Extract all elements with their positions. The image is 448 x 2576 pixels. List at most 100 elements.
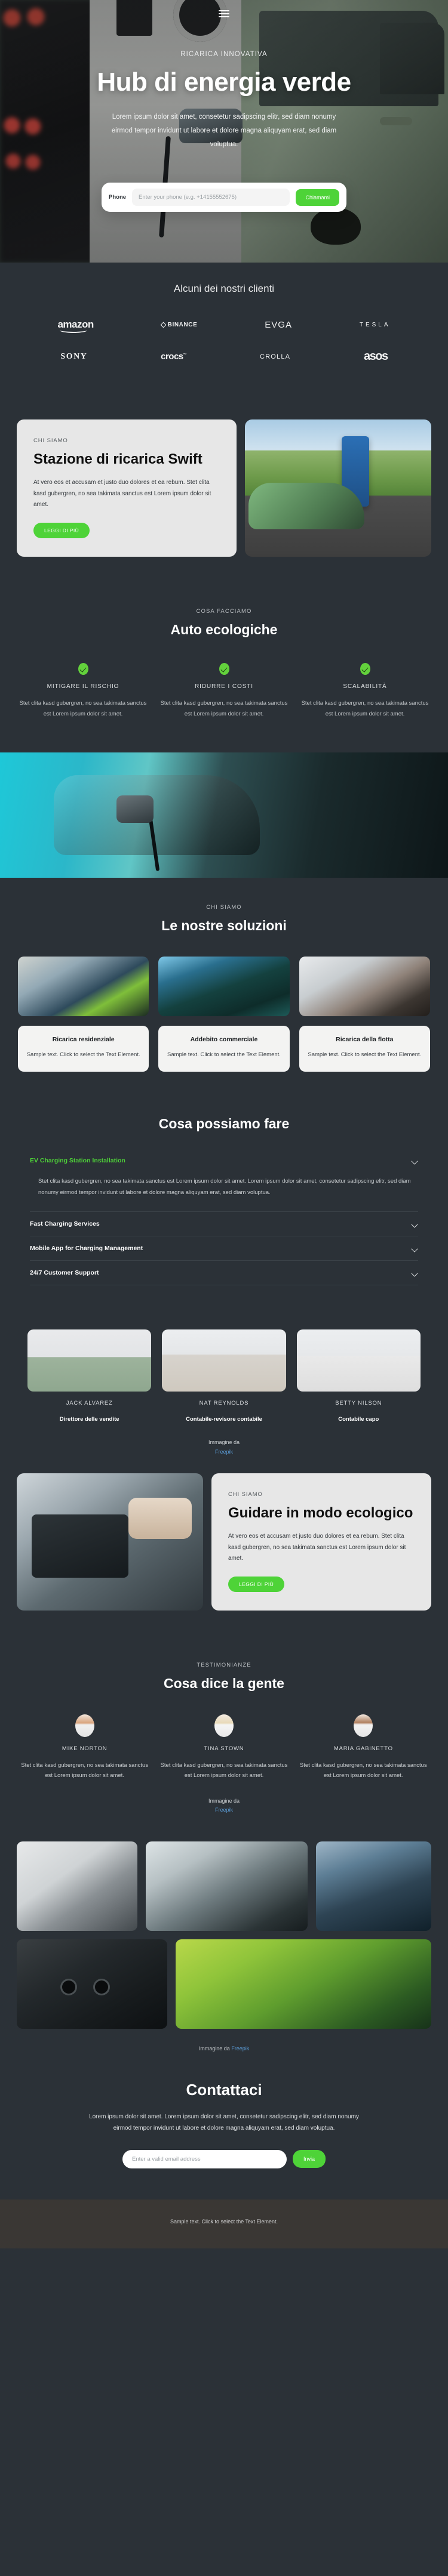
testimonial-item: MARIA GABINETTO Stet clita kasd gubergre… bbox=[299, 1714, 428, 1781]
accordion-item: Fast Charging Services bbox=[30, 1212, 418, 1237]
banner-charging-cord bbox=[148, 817, 160, 872]
solutions-title: Le nostre soluzioni bbox=[161, 918, 287, 934]
team-row: JACK ALVAREZ Direttore delle vendite NAT… bbox=[0, 1329, 448, 1423]
accordion-body-text: Stet clita kasd gubergren, no sea takima… bbox=[38, 1178, 411, 1196]
accordion-item-title: Fast Charging Services bbox=[30, 1220, 100, 1228]
crocs-logo-text: crocs bbox=[161, 351, 183, 362]
features-row: MITIGARE IL RISCHIO Stet clita kasd gube… bbox=[0, 638, 448, 719]
testimonials-credit-link[interactable]: Freepik bbox=[215, 1807, 233, 1813]
testimonials-title: Cosa dice la gente bbox=[164, 1675, 284, 1691]
footer-text: Sample text. Click to select the Text El… bbox=[170, 2218, 278, 2225]
solution-image-commercial bbox=[158, 957, 290, 1017]
clients-section: Alcuni dei nostri clienti amazon BINANCE… bbox=[0, 263, 448, 409]
chevron-down-icon[interactable] bbox=[412, 1270, 418, 1276]
gallery-image-1 bbox=[17, 1841, 137, 1931]
testimonial-body: Stet clita kasd gubergren, no sea takima… bbox=[299, 1761, 427, 1779]
phone-label: Phone bbox=[109, 194, 127, 200]
team-member-name: JACK ALVAREZ bbox=[66, 1400, 113, 1407]
driving-body: At vero eos et accusam et justo duo dolo… bbox=[228, 1533, 406, 1562]
features-title: Auto ecologiche bbox=[170, 622, 278, 637]
crolla-logo: CROLLA bbox=[259, 353, 291, 360]
client-logo-row-2: SONY crocs™ CROLLA asos bbox=[0, 350, 448, 363]
team-member: NAT REYNOLDS Contabile-revisore contabil… bbox=[162, 1329, 286, 1423]
feature-title: SCALABILITÀ bbox=[343, 683, 387, 690]
driving-eyebrow: CHI SIAMO bbox=[228, 1491, 263, 1498]
about-read-more-button[interactable]: LEGGI DI PIÙ bbox=[33, 522, 90, 538]
about-section: CHI SIAMO Stazione di ricarica Swift At … bbox=[0, 409, 448, 581]
about-image-charging-station bbox=[245, 419, 431, 557]
chevron-down-icon[interactable] bbox=[412, 1158, 418, 1164]
email-input[interactable] bbox=[122, 2149, 287, 2168]
team-section: JACK ALVAREZ Direttore delle vendite NAT… bbox=[0, 1309, 448, 1463]
team-member: BETTY NILSON Contabile capo bbox=[296, 1329, 421, 1423]
hamburger-bar bbox=[219, 13, 229, 14]
hero-section: RICARICA INNOVATIVA Hub di energia verde… bbox=[0, 0, 448, 263]
team-member-photo bbox=[162, 1329, 286, 1392]
about-eyebrow: CHI SIAMO bbox=[33, 437, 68, 444]
gallery-section: Immagine da Freepik bbox=[0, 1827, 448, 2053]
feature-title: RIDURRE I COSTI bbox=[195, 683, 253, 690]
gallery-image-3 bbox=[316, 1841, 431, 1931]
gallery-credit-link[interactable]: Freepik bbox=[231, 2046, 249, 2051]
accordion-section: Cosa possiamo fare EV Charging Station I… bbox=[0, 1097, 448, 1309]
about-card: CHI SIAMO Stazione di ricarica Swift At … bbox=[17, 419, 237, 557]
check-circle-icon bbox=[219, 663, 229, 675]
contact-section: Contattaci Lorem ipsum dolor sit amet. L… bbox=[0, 2053, 448, 2199]
accordion-body: Stet clita kasd gubergren, no sea takima… bbox=[30, 1173, 418, 1211]
features-eyebrow: COSA FACCIAMO bbox=[196, 608, 252, 615]
accordion-header[interactable]: EV Charging Station Installation bbox=[30, 1149, 418, 1173]
hamburger-bar bbox=[219, 10, 229, 11]
solutions-section: CHI SIAMO Le nostre soluzioni Ricarica r… bbox=[0, 878, 448, 1097]
driving-read-more-button[interactable]: LEGGI DI PIÙ bbox=[228, 1576, 285, 1592]
submit-button[interactable]: Invia bbox=[292, 2150, 326, 2168]
team-member-name: BETTY NILSON bbox=[335, 1400, 382, 1407]
driving-card: CHI SIAMO Guidare in modo ecologico At v… bbox=[211, 1473, 431, 1611]
driving-image-charging bbox=[17, 1473, 203, 1611]
accordion-item-title: EV Charging Station Installation bbox=[30, 1157, 125, 1165]
evga-logo: EVGA bbox=[265, 319, 292, 330]
hero-title: Hub di energia verde bbox=[97, 67, 351, 97]
call-me-button[interactable]: Chiamami bbox=[296, 189, 339, 206]
team-credit-link[interactable]: Freepik bbox=[215, 1449, 233, 1455]
team-member-role: Contabile capo bbox=[338, 1416, 379, 1423]
team-member-photo bbox=[296, 1329, 421, 1392]
gallery-image-credit: Immagine da Freepik bbox=[17, 2044, 431, 2053]
binance-logo: BINANCE bbox=[160, 321, 198, 328]
binance-logo-text: BINANCE bbox=[167, 321, 198, 328]
feature-item: SCALABILITÀ Stet clita kasd gubergren, n… bbox=[300, 663, 430, 719]
feature-item: RIDURRE I COSTI Stet clita kasd gubergre… bbox=[159, 663, 289, 719]
team-member: JACK ALVAREZ Direttore delle vendite bbox=[27, 1329, 152, 1423]
accordion-item-title: 24/7 Customer Support bbox=[30, 1269, 99, 1277]
hero-subtitle: Lorem ipsum dolor sit amet, consetetur s… bbox=[111, 113, 337, 148]
hero-eyebrow: RICARICA INNOVATIVA bbox=[180, 51, 268, 58]
about-body: At vero eos et accusam et justo duo dolo… bbox=[33, 479, 211, 508]
hamburger-menu-icon[interactable] bbox=[219, 8, 229, 19]
solution-image-fleet bbox=[299, 957, 430, 1017]
testimonials-credit-prefix: Immagine da bbox=[208, 1798, 240, 1804]
phone-input[interactable] bbox=[132, 189, 290, 206]
avatar bbox=[354, 1714, 373, 1737]
hero-content: RICARICA INNOVATIVA Hub di energia verde… bbox=[0, 0, 448, 152]
testimonials-section: TESTIMONIANZE Cosa dice la gente MIKE NO… bbox=[0, 1634, 448, 1827]
client-logo-row-1: amazon BINANCE EVGA TESLA bbox=[0, 319, 448, 333]
crocs-tm-icon: ™ bbox=[183, 353, 187, 357]
accordion-header[interactable]: Fast Charging Services bbox=[30, 1212, 418, 1236]
accordion-header[interactable]: Mobile App for Charging Management bbox=[30, 1236, 418, 1260]
chevron-down-icon[interactable] bbox=[412, 1221, 418, 1227]
binance-diamond-icon bbox=[160, 322, 167, 328]
testimonial-item: MIKE NORTON Stet clita kasd gubergren, n… bbox=[20, 1714, 149, 1781]
chevron-down-icon[interactable] bbox=[412, 1245, 418, 1252]
driving-title: Guidare in modo ecologico bbox=[228, 1504, 413, 1521]
feature-item: MITIGARE IL RISCHIO Stet clita kasd gube… bbox=[18, 663, 148, 719]
avatar bbox=[75, 1714, 94, 1737]
team-member-name: NAT REYNOLDS bbox=[199, 1400, 249, 1407]
clients-title: Alcuni dei nostri clienti bbox=[173, 283, 275, 294]
banner-image-ev-charging bbox=[0, 752, 448, 878]
contact-form: Invia bbox=[122, 2149, 326, 2168]
accordion-header[interactable]: 24/7 Customer Support bbox=[30, 1261, 418, 1285]
landing-page: RICARICA INNOVATIVA Hub di energia verde… bbox=[0, 0, 448, 2248]
team-member-role: Contabile-revisore contabile bbox=[186, 1416, 262, 1423]
gallery-image-4 bbox=[17, 1939, 167, 2029]
gallery-image-2 bbox=[145, 1841, 308, 1931]
solutions-image-row bbox=[0, 934, 448, 1017]
